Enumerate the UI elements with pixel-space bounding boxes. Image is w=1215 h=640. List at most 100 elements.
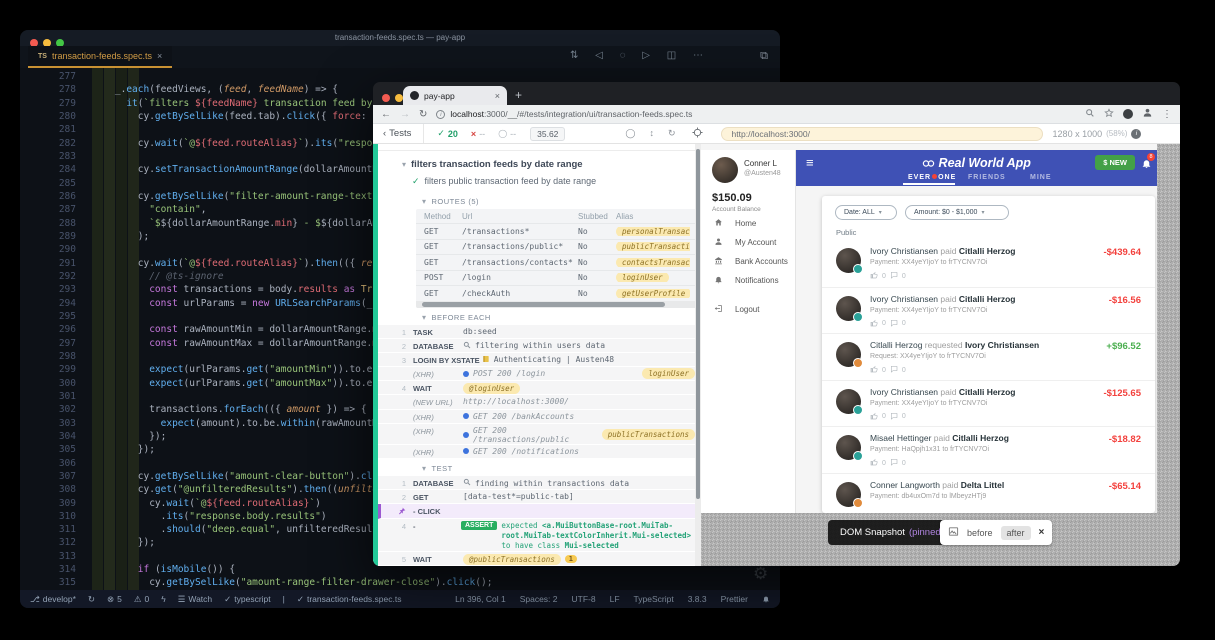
bookmark-star-icon[interactable] [1104, 105, 1114, 123]
log-row[interactable]: 1DATABASEfinding within transactions dat… [378, 476, 701, 490]
comment-icon[interactable] [890, 412, 898, 422]
like-icon[interactable] [870, 319, 878, 329]
like-icon[interactable] [870, 365, 878, 375]
statusbar-item[interactable]: LF [610, 594, 620, 604]
log-row[interactable]: (XHR)GET 200 /transactions/publicpublicT… [378, 424, 701, 445]
log-row[interactable]: 4-ASSERTexpected <a.MuiButtonBase-root.M… [378, 519, 701, 552]
omnibox[interactable]: i localhost:3000/__/#/tests/integration/… [436, 109, 1076, 119]
routes-section-header[interactable]: ▾ROUTES (5) [378, 192, 701, 209]
statusbar-item[interactable]: Ln 396, Col 1 [455, 594, 506, 604]
log-row[interactable]: (XHR)GET 200 /notifications [378, 445, 701, 459]
test-section-header[interactable]: ▾TEST [378, 459, 701, 476]
tab-mine[interactable]: MINE [1030, 174, 1052, 181]
statusbar-item[interactable]: ⚠0 [134, 594, 149, 605]
profile-icon[interactable] [1142, 105, 1153, 123]
browser-menu-icon[interactable]: ⋮ [1162, 109, 1172, 120]
transaction-row[interactable]: Ivory Christiansen paid Citlalli HerzogP… [822, 380, 1155, 427]
log-row[interactable]: 3LOGIN BY XSTATEAuthenticating | Austen4… [378, 353, 701, 367]
extension-icon[interactable] [1123, 109, 1133, 119]
like-icon[interactable] [870, 271, 878, 281]
comment-icon[interactable] [890, 271, 898, 281]
bell-icon[interactable] [762, 594, 770, 604]
transaction-row[interactable]: Ivory Christiansen paid Citlalli HerzogP… [822, 240, 1155, 287]
sidebar-item-notifications[interactable]: Notifications [701, 271, 795, 289]
notifications-bell-icon[interactable]: 8 [1141, 156, 1152, 174]
log-row[interactable]: 4WAIT@loginUser [378, 381, 701, 395]
snapshot-image-icon[interactable] [948, 526, 959, 539]
viewport-info-icon[interactable]: i [1131, 129, 1141, 139]
transaction-row[interactable]: Conner Langworth paid Delta LittelPaymen… [822, 473, 1155, 514]
before-each-section-header[interactable]: ▾BEFORE EACH [378, 308, 701, 325]
close-window-button[interactable] [382, 94, 390, 102]
statusbar-item[interactable]: ⎇develop* [30, 594, 76, 605]
statusbar-item[interactable]: ↻ [88, 594, 95, 605]
log-row[interactable]: - CLICK [378, 504, 701, 518]
minimize-window-button[interactable] [395, 94, 403, 102]
site-info-icon[interactable]: i [436, 110, 445, 119]
statusbar-item[interactable]: UTF-8 [572, 594, 596, 604]
tab-friends[interactable]: FRIENDS [968, 174, 1006, 181]
statusbar-item[interactable]: | [283, 594, 285, 605]
like-icon[interactable] [870, 458, 878, 468]
forward-icon[interactable]: → [400, 109, 410, 120]
statusbar-item[interactable]: Prettier [721, 594, 748, 604]
statusbar-item[interactable]: ✓typescript [224, 594, 271, 605]
reload-icon[interactable]: ↻ [419, 109, 427, 120]
copy-icon[interactable]: ⧉ [760, 50, 768, 63]
snapshot-before-button[interactable]: before [967, 528, 993, 538]
cypress-command-log[interactable]: ▾filters transaction feeds by date range… [373, 144, 701, 566]
snapshot-after-button[interactable]: after [1001, 526, 1031, 540]
transaction-row[interactable]: Citlalli Herzog requested Ivory Christia… [822, 333, 1155, 380]
route-row[interactable]: GET/transactions/public*NopublicTransact… [416, 239, 698, 255]
log-row[interactable]: (XHR)GET 200 /bankAccounts [378, 410, 701, 424]
suite-title[interactable]: ▾filters transaction feeds by date range [378, 151, 701, 174]
like-icon[interactable] [870, 412, 878, 422]
editor-tab[interactable]: TS transaction-feeds.spec.ts × [28, 46, 172, 68]
statusbar-item[interactable]: 3.8.3 [688, 594, 707, 604]
restart-icon[interactable]: ↻ [668, 128, 676, 139]
omnibox-search-icon[interactable] [1085, 105, 1095, 123]
cypress-toolbar-icons[interactable]: ◯ ↕ ↻ [625, 128, 675, 139]
statusbar-item[interactable]: ⊗5 [107, 594, 122, 605]
test-title[interactable]: ✓filters public transaction feed by date… [378, 174, 701, 192]
statusbar-item[interactable]: ✓transaction-feeds.spec.ts [297, 594, 402, 605]
comment-icon[interactable] [890, 319, 898, 329]
new-tab-button[interactable]: + [515, 88, 522, 102]
statusbar-item[interactable]: TypeScript [634, 594, 674, 604]
statusbar-item[interactable]: ϟ [161, 594, 166, 605]
sidebar-item-bank-accounts[interactable]: Bank Accounts [701, 252, 795, 270]
transaction-row[interactable]: Misael Hettinger paid Citlalli HerzogPay… [822, 426, 1155, 473]
filter-pill-amount[interactable]: Amount: $0 - $1,000▾ [905, 205, 1009, 220]
editor-toolbar-icons[interactable]: ⇅ ◁ ◌ ▷ ◫ ⋯ [570, 50, 710, 61]
back-to-tests-button[interactable]: ‹ Tests [373, 124, 424, 143]
aut-url-field[interactable]: http://localhost:3000/ [721, 127, 1043, 141]
filter-pill-date[interactable]: Date: ALL▾ [835, 205, 897, 220]
route-row[interactable]: POST/loginNologinUser [416, 270, 698, 286]
comment-icon[interactable] [890, 458, 898, 468]
route-row[interactable]: GET/transactions*NopersonalTransactions [416, 223, 698, 239]
sidebar-item-logout[interactable]: Logout [701, 300, 795, 318]
new-transaction-button[interactable]: $ NEW [1095, 155, 1135, 170]
log-row[interactable]: (XHR)POST 200 /loginloginUser [378, 367, 701, 381]
browser-tab[interactable]: pay-app × [403, 86, 507, 105]
snapshot-close-button[interactable]: × [1039, 527, 1045, 538]
log-row[interactable]: 1TASKdb:seed [378, 325, 701, 339]
back-icon[interactable]: ← [381, 109, 391, 120]
statusbar-item[interactable]: ☰Watch [178, 594, 212, 605]
selector-playground-icon[interactable] [692, 127, 703, 140]
aut-circle-icon[interactable]: ◯ [625, 128, 635, 139]
sidebar-item-my-account[interactable]: My Account [701, 233, 795, 251]
transaction-row[interactable]: Ivory Christiansen paid Citlalli HerzogP… [822, 287, 1155, 334]
statusbar-item[interactable]: Spaces: 2 [520, 594, 558, 604]
log-row[interactable]: (NEW URL)http://localhost:3000/ [378, 395, 701, 409]
tab-close-icon[interactable]: × [157, 51, 162, 61]
selector-icon[interactable]: ↕ [650, 128, 655, 139]
log-row[interactable]: 5WAIT@publicTransactions1 [378, 552, 701, 566]
route-row[interactable]: GET/transactions/contacts*NocontactsTran… [416, 254, 698, 270]
tab-close-icon[interactable]: × [495, 91, 500, 101]
log-row[interactable]: 2GET[data-test*=public-tab] [378, 490, 701, 504]
log-row[interactable]: 2DATABASEfiltering within users data [378, 339, 701, 353]
sidebar-item-home[interactable]: Home [701, 214, 795, 232]
comment-icon[interactable] [890, 365, 898, 375]
route-row[interactable]: GET/checkAuthNogetUserProfile [416, 285, 698, 301]
